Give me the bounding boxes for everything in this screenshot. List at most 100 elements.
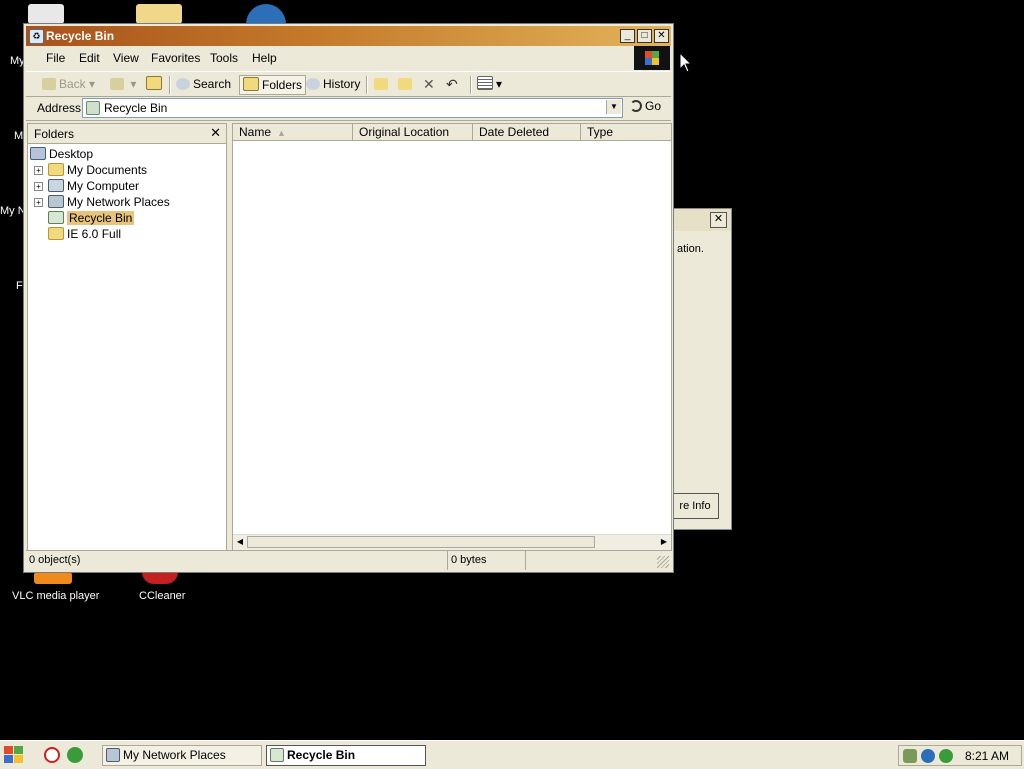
menu-bar: File Edit View Favorites Tools Help [26, 48, 671, 68]
views-button[interactable]: ▾ [477, 75, 502, 93]
go-arrow-icon [630, 100, 642, 112]
scroll-left-icon[interactable]: ◀ [234, 536, 246, 548]
recycle-bin-window: ♻ Recycle Bin _ □ ✕ File Edit View Favor… [23, 23, 674, 573]
taskbar: My Network Places Recycle Bin 8:21 AM [0, 740, 1024, 769]
taskbar-button-my-network-places[interactable]: My Network Places [102, 745, 262, 766]
menu-file[interactable]: File [46, 51, 65, 65]
address-dropdown-button[interactable]: ▼ [606, 100, 621, 114]
delete-icon: ✕ [423, 76, 435, 92]
close-button[interactable]: ✕ [654, 29, 669, 43]
back-button[interactable]: Back ▾ [42, 75, 95, 93]
network-tray-icon[interactable] [903, 749, 917, 763]
utorrent-tray-icon[interactable] [939, 749, 953, 763]
copy-to-button[interactable] [398, 75, 415, 93]
address-field[interactable]: Recycle Bin ▼ [82, 98, 623, 118]
expand-icon[interactable]: + [34, 166, 43, 175]
address-label: Address [37, 101, 82, 115]
folders-icon [243, 77, 259, 91]
desktop-icon-ccleaner-label[interactable]: CCleaner [139, 590, 185, 602]
window-title: Recycle Bin [46, 29, 115, 43]
sort-ascending-icon: ▲ [277, 128, 286, 138]
start-button[interactable] [4, 746, 24, 764]
desktop-icon-vlc-label[interactable]: VLC media player [12, 590, 99, 602]
undo-icon: ↶ [446, 76, 458, 92]
desktop-partial-label-3: My N [0, 205, 26, 217]
forward-button[interactable]: ▾ [110, 75, 136, 93]
expand-icon[interactable]: + [34, 198, 43, 207]
menu-help[interactable]: Help [252, 51, 277, 65]
column-header-date-deleted[interactable]: Date Deleted [473, 124, 581, 141]
column-header-name[interactable]: Name ▲ [233, 124, 353, 141]
status-size: 0 bytes [448, 551, 526, 570]
folders-pane-title: Folders [34, 127, 75, 141]
utorrent-icon[interactable] [67, 747, 83, 763]
scroll-right-icon[interactable]: ▶ [658, 536, 670, 548]
go-button[interactable]: Go [630, 99, 661, 113]
tree-item-my-documents[interactable]: My Documents [48, 162, 147, 178]
clock[interactable]: 8:21 AM [965, 749, 1009, 763]
tree-item-recycle-bin[interactable]: Recycle Bin [48, 210, 135, 226]
tree-item-desktop[interactable]: Desktop [30, 146, 93, 162]
menu-view[interactable]: View [113, 51, 139, 65]
mouse-cursor-icon [679, 52, 693, 73]
back-arrow-icon [42, 78, 56, 90]
history-icon [306, 78, 320, 90]
desktop-icon-top-3[interactable] [246, 4, 286, 24]
up-folder-button[interactable] [146, 75, 165, 93]
globe-tray-icon[interactable] [921, 749, 935, 763]
desktop-icon-top-1[interactable] [28, 4, 64, 24]
folders-pane-header: Folders ✕ [28, 124, 226, 144]
details-view: Name ▲ Original Location Date Deleted Typ… [232, 123, 672, 551]
move-to-button[interactable] [374, 75, 391, 93]
desktop-partial-label-4: F [16, 280, 23, 292]
tree-item-ie-6-full[interactable]: IE 6.0 Full [48, 226, 121, 242]
menu-edit[interactable]: Edit [79, 51, 100, 65]
scrollbar-thumb[interactable] [247, 536, 595, 548]
my-computer-icon [48, 179, 64, 192]
more-info-button[interactable]: re Info [671, 493, 719, 519]
status-object-count: 0 object(s) [26, 551, 448, 570]
network-places-icon [48, 195, 64, 208]
menu-tools[interactable]: Tools [210, 51, 238, 65]
resize-grip-icon[interactable] [657, 556, 669, 568]
vlc-icon[interactable] [34, 572, 72, 584]
column-header-original-location[interactable]: Original Location [353, 124, 473, 141]
window-titlebar[interactable]: ♻ Recycle Bin _ □ ✕ [26, 26, 671, 46]
expand-icon[interactable]: + [34, 182, 43, 191]
tree-item-my-computer[interactable]: My Computer [48, 178, 139, 194]
delete-button[interactable]: ✕ [423, 75, 435, 93]
windows-logo-icon [634, 46, 670, 70]
address-value: Recycle Bin [104, 101, 168, 115]
folders-button[interactable]: Folders [239, 75, 307, 95]
tree-item-my-network-places[interactable]: My Network Places [48, 194, 170, 210]
status-bar: 0 object(s) 0 bytes [26, 550, 671, 570]
opera-icon[interactable] [44, 747, 60, 763]
history-button[interactable]: History [306, 75, 360, 93]
my-documents-icon [48, 163, 64, 176]
up-folder-icon [146, 76, 162, 90]
system-tray: 8:21 AM [898, 745, 1022, 766]
close-icon[interactable]: ✕ [210, 125, 221, 141]
copy-to-icon [398, 78, 412, 90]
views-icon [477, 76, 493, 90]
recycle-bin-icon [48, 211, 64, 224]
move-to-icon [374, 78, 388, 90]
column-header-type[interactable]: Type [581, 124, 671, 141]
desktop-icon [30, 147, 46, 160]
taskbar-button-recycle-bin[interactable]: Recycle Bin [266, 745, 426, 766]
desktop-icon-top-2[interactable] [136, 4, 182, 24]
undo-button[interactable]: ↶ [446, 75, 458, 93]
search-button[interactable]: Search [176, 75, 231, 93]
recycle-bin-icon [86, 101, 100, 115]
ccleaner-icon[interactable] [142, 572, 178, 584]
forward-arrow-icon [110, 78, 124, 90]
horizontal-scrollbar[interactable]: ◀ ▶ [233, 534, 671, 550]
folders-pane: Folders ✕ Desktop + My Documents + My Co… [27, 123, 227, 551]
minimize-button[interactable]: _ [620, 29, 635, 43]
close-icon[interactable]: ✕ [710, 212, 727, 228]
search-icon [176, 78, 190, 90]
maximize-button[interactable]: □ [637, 29, 652, 43]
menu-favorites[interactable]: Favorites [151, 51, 200, 65]
network-places-icon [106, 748, 120, 762]
desktop-partial-label-2: M [14, 130, 24, 142]
